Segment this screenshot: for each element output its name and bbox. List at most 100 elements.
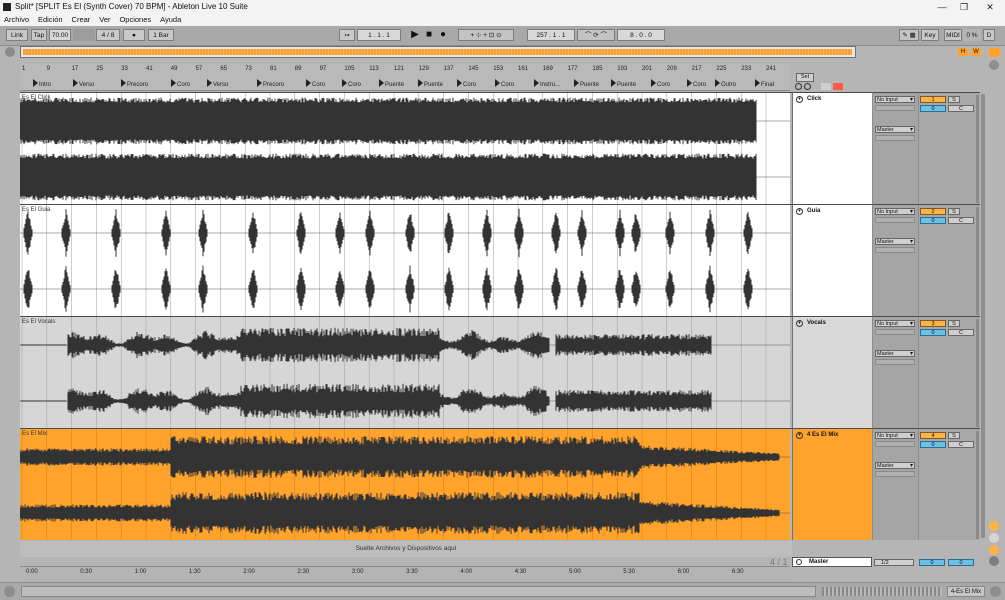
master-routing-select[interactable]: 1/2: [874, 559, 914, 566]
locator-marker[interactable]: Puente: [611, 79, 636, 88]
audio-to-select[interactable]: Master: [875, 126, 915, 133]
song-position-field[interactable]: 1 . 1 . 1: [357, 29, 401, 41]
audio-to-select[interactable]: Master: [875, 462, 915, 469]
follow-button[interactable]: ↣: [339, 29, 355, 41]
master-track-header[interactable]: Master: [792, 557, 872, 567]
locator-marker[interactable]: Verso: [73, 79, 94, 88]
quantize-menu[interactable]: 1 Bar: [148, 29, 174, 41]
locator-marker[interactable]: Verso: [207, 79, 228, 88]
locator-marker[interactable]: Precoro: [257, 79, 284, 88]
track-activator-button[interactable]: 1: [920, 96, 946, 103]
volume-field[interactable]: 0: [920, 329, 946, 336]
arrangement-track-lane[interactable]: Es El Guia: [20, 204, 792, 316]
output-channel-select[interactable]: [875, 135, 915, 141]
audio-clip[interactable]: Es El Mix: [20, 429, 790, 540]
input-channel-select[interactable]: [875, 217, 915, 223]
volume-field[interactable]: 0: [920, 441, 946, 448]
locator-marker[interactable]: Intro: [33, 79, 51, 88]
track-view-toggle-icon[interactable]: [989, 48, 1000, 57]
track-header[interactable]: ▾ Vocals: [792, 316, 872, 428]
time-signature-field[interactable]: 4 / 8: [96, 29, 120, 41]
arm-icon[interactable]: [832, 83, 843, 90]
close-button[interactable]: ✕: [979, 1, 1001, 13]
tempo-field[interactable]: 70.00: [49, 29, 71, 41]
menu-ayuda[interactable]: Ayuda: [160, 14, 181, 26]
set-locator-button[interactable]: Set: [796, 73, 814, 82]
output-channel-select[interactable]: [875, 247, 915, 253]
audio-from-select[interactable]: No Input: [875, 96, 915, 103]
audio-from-select[interactable]: No Input: [875, 432, 915, 439]
locator-marker[interactable]: Puente: [379, 79, 404, 88]
drop-zone[interactable]: Suelte Archivos y Dispositivos aquí: [20, 541, 792, 557]
solo-button[interactable]: S: [948, 208, 960, 215]
track-name[interactable]: Vocals: [807, 320, 826, 326]
next-locator-icon[interactable]: [803, 83, 811, 90]
link-button[interactable]: Link: [6, 29, 28, 41]
locator-marker[interactable]: Coro: [306, 79, 325, 88]
w-button[interactable]: W: [971, 48, 981, 56]
loop-length-field[interactable]: 8 . 0 . 0: [617, 29, 665, 41]
track-header[interactable]: ▾ Guia: [792, 204, 872, 316]
master-fold-icon[interactable]: [796, 559, 802, 565]
fold-chevron-icon[interactable]: ▾: [796, 432, 803, 439]
locator-marker[interactable]: Puente: [418, 79, 443, 88]
track-header[interactable]: ▾ 4 Es El Mix: [792, 428, 872, 540]
master-pan[interactable]: 0: [948, 559, 974, 566]
loop-switch-buttons[interactable]: ⌒ ⟳ ⌒: [577, 29, 615, 41]
key-map-button[interactable]: Key: [921, 29, 939, 41]
fold-chevron-icon[interactable]: ▾: [796, 208, 803, 215]
volume-field[interactable]: 0: [920, 217, 946, 224]
audio-to-select[interactable]: Master: [875, 350, 915, 357]
prev-locator-icon[interactable]: [795, 83, 802, 90]
minimize-button[interactable]: —: [931, 1, 953, 13]
menu-crear[interactable]: Crear: [72, 14, 91, 26]
track-name[interactable]: Guia: [807, 208, 820, 214]
locator-marker[interactable]: Puente: [574, 79, 599, 88]
audio-clip[interactable]: Es El Vocals: [20, 317, 790, 428]
crossfader-toggle-icon[interactable]: [989, 556, 999, 566]
draw-icon[interactable]: [820, 83, 831, 90]
vertical-scrollbar[interactable]: [981, 94, 985, 538]
nudge-buttons[interactable]: [73, 29, 95, 41]
locator-marker[interactable]: Coro: [457, 79, 476, 88]
locator-marker[interactable]: Instru...: [534, 79, 560, 88]
record-icon[interactable]: ●: [437, 29, 449, 41]
h-button[interactable]: H: [958, 48, 968, 56]
audio-clip[interactable]: Es El Click: [20, 93, 790, 204]
sends-toggle-icon[interactable]: [989, 521, 999, 531]
maximize-button[interactable]: ❐: [953, 1, 975, 13]
input-channel-select[interactable]: [875, 105, 915, 111]
locator-marker[interactable]: Coro: [171, 79, 190, 88]
locator-nav-buttons[interactable]: [795, 83, 849, 91]
pan-field[interactable]: C: [948, 217, 974, 224]
input-channel-select[interactable]: [875, 329, 915, 335]
volume-field[interactable]: 0: [920, 105, 946, 112]
menu-ver[interactable]: Ver: [99, 14, 110, 26]
locator-marker[interactable]: Precoro: [121, 79, 148, 88]
solo-button[interactable]: S: [948, 320, 960, 327]
track-activator-button[interactable]: 2: [920, 208, 946, 215]
menu-edicion[interactable]: Edición: [38, 14, 63, 26]
solo-button[interactable]: S: [948, 432, 960, 439]
locator-marker[interactable]: Coro: [651, 79, 670, 88]
midi-map-button[interactable]: MIDI: [944, 29, 962, 41]
arrangement-track-lane[interactable]: Es El Mix: [20, 428, 792, 540]
track-name[interactable]: Click: [807, 96, 821, 102]
locator-marker[interactable]: Outro: [715, 79, 736, 88]
beat-time-ruler[interactable]: 1 9 17 25 33 41 49 57 65 73 81 89 97 105 113 121 129 137 1…: [20, 64, 790, 91]
menu-opciones[interactable]: Opciones: [119, 14, 151, 26]
metronome-button[interactable]: ●: [123, 29, 145, 41]
returns-toggle-icon[interactable]: [989, 533, 999, 543]
locator-marker[interactable]: Coro: [495, 79, 514, 88]
solo-button[interactable]: S: [948, 96, 960, 103]
arrangement-track-lane[interactable]: Es El Click: [20, 92, 792, 204]
stop-icon[interactable]: ■: [423, 29, 435, 41]
input-channel-select[interactable]: [875, 441, 915, 447]
track-activator-button[interactable]: 3: [920, 320, 946, 327]
master-volume[interactable]: 0: [919, 559, 945, 566]
overview-toggle-icon[interactable]: [5, 47, 15, 57]
track-name[interactable]: 4 Es El Mix: [807, 432, 838, 438]
mixer-toggle-icon[interactable]: [989, 545, 999, 555]
loop-start-field[interactable]: 257 . 1 . 1: [527, 29, 575, 41]
output-channel-select[interactable]: [875, 471, 915, 477]
